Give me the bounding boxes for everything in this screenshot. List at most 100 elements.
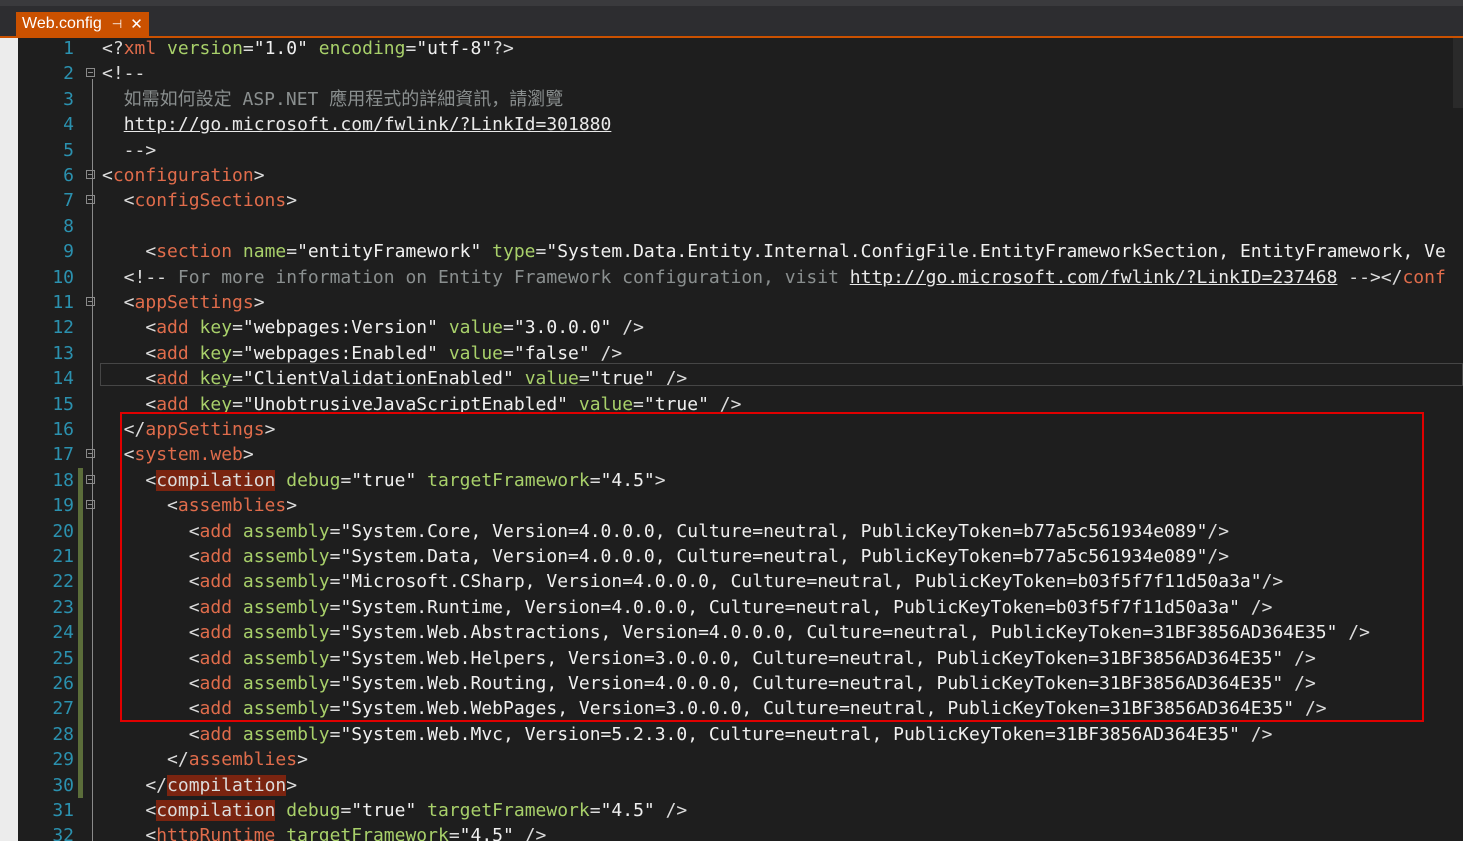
fold-toggle-icon[interactable] — [86, 170, 95, 179]
code-token: type — [492, 241, 536, 263]
code-line[interactable]: 7 <configSections> — [0, 188, 1463, 213]
code-line[interactable]: 3 如需如何設定 ASP.NET 應用程式的詳細資訊，請瀏覽 — [0, 87, 1463, 112]
code-token: "System.Web.Mvc, Version=5.2.3.0, Cultur… — [340, 723, 1240, 745]
code-token: targetFramework — [427, 800, 590, 821]
line-number: 20 — [52, 520, 74, 542]
line-number: 18 — [52, 469, 74, 491]
code-token: = — [242, 38, 254, 59]
code-line[interactable]: 29 </assemblies> — [0, 747, 1463, 772]
code-token: assembly — [242, 723, 330, 745]
line-number: 29 — [52, 749, 74, 771]
line-number: 17 — [52, 444, 74, 466]
code-token: appSettings — [134, 292, 254, 313]
line-number: 32 — [52, 825, 74, 841]
code-token: > — [253, 165, 265, 186]
code-token: < — [102, 800, 157, 821]
line-number: 8 — [63, 215, 74, 237]
code-token: name — [242, 241, 287, 263]
code-token: compilation — [156, 800, 276, 821]
code-token: < — [102, 317, 157, 339]
line-number: 28 — [52, 723, 74, 745]
close-icon[interactable]: ✕ — [130, 15, 143, 33]
code-token: < — [102, 342, 157, 364]
line-number: 21 — [52, 546, 74, 567]
line-number: 30 — [52, 774, 74, 796]
code-token[interactable]: http://go.microsoft.com/fwlink/?LinkID=2… — [850, 267, 1338, 288]
code-line[interactable]: 9 <section name="entityFramework" type="… — [0, 239, 1463, 264]
code-token: "4.5" — [600, 800, 655, 821]
code-line[interactable]: 32 <httpRuntime targetFramework="4.5" /> — [0, 823, 1463, 841]
pin-icon[interactable]: ⊣ — [112, 17, 122, 31]
code-text: <section name="entityFramework" type="Sy… — [102, 239, 1446, 264]
line-number: 19 — [52, 495, 74, 517]
code-token: < — [102, 165, 113, 186]
code-text: <httpRuntime targetFramework="4.5" /> — [102, 823, 546, 841]
change-indicator — [78, 467, 83, 798]
code-line[interactable]: 10 <!-- For more information on Entity F… — [0, 265, 1463, 290]
code-token: add — [199, 723, 233, 745]
code-token: key — [199, 342, 233, 364]
code-line[interactable]: 28 <add assembly="System.Web.Mvc, Versio… — [0, 722, 1463, 747]
code-token: = — [329, 723, 341, 745]
code-token: configuration — [112, 165, 254, 186]
line-number: 15 — [52, 393, 74, 415]
code-token: /> — [1239, 723, 1273, 745]
fold-toggle-icon[interactable] — [86, 297, 95, 306]
code-text: </compilation> — [102, 773, 297, 798]
code-token: = — [232, 342, 243, 364]
code-token: > — [253, 292, 265, 313]
code-token: < — [102, 241, 157, 263]
code-token: <!-- — [102, 266, 168, 288]
line-number: 14 — [52, 368, 74, 390]
code-token: value — [448, 317, 504, 339]
code-line[interactable]: 12 <add key="webpages:Version" value="3.… — [0, 315, 1463, 340]
tab-web-config[interactable]: Web.config ⊣ ✕ — [16, 12, 149, 36]
code-line[interactable]: 31 <compilation debug="true" targetFrame… — [0, 798, 1463, 823]
code-line[interactable]: 1 <?xml version="1.0" encoding="utf-8"?> — [0, 38, 1463, 61]
code-token: 如需如何設定 ASP.NET 應用程式的詳細資訊，請瀏覽 — [102, 88, 564, 110]
fold-toggle-icon[interactable] — [86, 500, 95, 510]
code-line[interactable]: 4 http://go.microsoft.com/fwlink/?LinkId… — [0, 112, 1463, 137]
code-token: /> — [654, 800, 688, 821]
title-bar-remnant — [0, 0, 1463, 6]
code-text: <!-- — [102, 61, 145, 86]
code-token: > — [297, 749, 308, 771]
code-line[interactable]: 6 <configuration> — [0, 163, 1463, 188]
code-token: xml — [123, 38, 157, 59]
code-line[interactable]: 5 --> — [0, 138, 1463, 163]
fold-toggle-icon[interactable] — [86, 195, 95, 205]
code-token: --></ — [1337, 266, 1403, 288]
code-token: add — [156, 342, 189, 364]
code-line[interactable]: 30 </compilation> — [0, 773, 1463, 798]
code-text: <add assembly="System.Web.Mvc, Version=5… — [102, 722, 1273, 747]
code-text: --> — [102, 138, 157, 163]
line-number: 16 — [52, 419, 74, 440]
code-token: = — [535, 241, 547, 263]
code-token: = — [286, 241, 298, 263]
fold-toggle-icon[interactable] — [86, 449, 95, 459]
code-line[interactable]: 8 — [0, 214, 1463, 239]
fold-toggle-icon[interactable] — [86, 474, 95, 484]
code-text: <compilation debug="true" targetFramewor… — [102, 798, 687, 823]
code-line[interactable]: 2 <!-- — [0, 61, 1463, 86]
code-token: > — [286, 774, 298, 796]
code-token[interactable]: http://go.microsoft.com/fwlink/?LinkId=3… — [124, 114, 612, 135]
code-token: "utf-8" — [416, 38, 493, 59]
fold-toggle-icon[interactable] — [86, 68, 95, 78]
code-token: </ — [102, 749, 189, 771]
line-number: 13 — [52, 342, 74, 364]
code-token: add — [156, 317, 189, 339]
code-token: compilation — [167, 774, 287, 796]
code-token: < — [102, 825, 157, 841]
code-token: version — [167, 38, 243, 59]
code-line[interactable]: 11 <appSettings> — [0, 290, 1463, 315]
